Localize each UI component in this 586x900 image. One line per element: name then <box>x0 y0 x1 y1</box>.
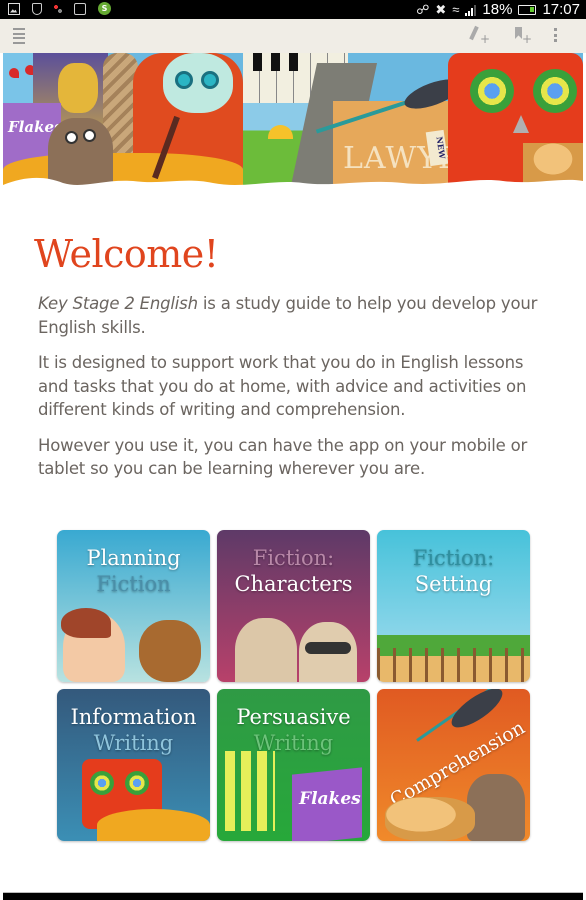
piano-key-art <box>289 53 298 71</box>
coin-app-icon: S <box>98 2 111 15</box>
skull-art <box>163 53 233 113</box>
robot-eye-art <box>125 771 149 795</box>
tile-title-line2: Fiction <box>96 572 171 596</box>
nfc-icon: ☍ <box>416 1 430 17</box>
sunglasses-art <box>305 642 351 654</box>
welcome-section: Welcome! Key Stage 2 English is a study … <box>34 232 558 481</box>
gallery-icon <box>8 2 20 15</box>
tile-comprehension[interactable]: Comprehension <box>377 689 530 841</box>
tile-title-line1: Information <box>70 705 197 729</box>
usage-paragraph: However you use it, you can have the app… <box>38 435 528 479</box>
tile-fiction-setting[interactable]: Fiction: Setting <box>377 530 530 682</box>
hamster-eye-art <box>65 131 78 144</box>
character-face-art <box>235 618 297 682</box>
status-bar: S ☍ ✖ ≈ 18% 17:07 <box>0 0 586 19</box>
battery-percent: 18% <box>482 1 513 18</box>
notification-icons: S <box>8 2 111 15</box>
piano-key-art <box>253 53 262 71</box>
plus-icon: + <box>521 32 532 46</box>
navigation-bar <box>3 892 583 900</box>
hamster-eye-art <box>83 129 96 142</box>
fence-art <box>377 648 530 682</box>
app-name-italic: Key Stage 2 English <box>38 294 198 313</box>
bread-art <box>97 809 210 841</box>
kebab-icon[interactable] <box>554 25 560 45</box>
hamburger-icon[interactable] <box>13 28 25 44</box>
coins-art <box>385 797 475 841</box>
plus-icon: + <box>479 32 490 46</box>
welcome-heading: Welcome! <box>34 232 219 276</box>
tile-information-writing[interactable]: Information Writing <box>57 689 210 841</box>
battery-icon <box>518 4 537 15</box>
tile-title-line2: Characters <box>234 572 353 596</box>
tile-title-line1: Persuasive <box>236 705 351 729</box>
topic-grid: Planning Fiction Fiction: Characters Fic… <box>57 530 530 841</box>
skull-eye-art <box>201 71 219 89</box>
pencil-icon <box>469 25 479 41</box>
tile-planning-fiction[interactable]: Planning Fiction <box>57 530 210 682</box>
action-icons: + + <box>469 25 560 46</box>
system-status: ☍ ✖ ≈ 18% 17:07 <box>416 1 580 18</box>
bookmark-icon <box>515 27 522 39</box>
flower-icon <box>9 68 19 78</box>
header-banner-illustration: Flakes LAWYER NEW <box>3 53 583 195</box>
prison-bars-art <box>225 751 275 831</box>
vibrate-icon: ✖ <box>435 1 447 17</box>
action-bar: + + <box>0 19 586 53</box>
tile-title-line2: Setting <box>414 572 493 596</box>
clock: 17:07 <box>542 1 580 18</box>
clipboard-icon <box>74 2 86 15</box>
tile-title-line1: Fiction: <box>252 546 335 570</box>
robot-eye-art <box>470 69 514 113</box>
add-bookmark-button[interactable]: + <box>512 25 532 46</box>
purpose-paragraph: It is designed to support work that you … <box>38 353 527 419</box>
intro-paragraph: Key Stage 2 English is a study guide to … <box>38 292 558 339</box>
pharaoh-face-art <box>58 63 98 113</box>
torn-edge <box>3 177 583 195</box>
wifi-icon: ≈ <box>452 2 460 17</box>
signal-icon <box>465 4 477 16</box>
robot-eye-art <box>533 69 577 113</box>
hamster-art <box>467 774 525 841</box>
app-dots-icon <box>54 4 62 13</box>
girl-hair-art <box>61 608 111 638</box>
tile-title-line2: Writing <box>93 731 174 755</box>
piano-key-art <box>271 53 280 71</box>
skull-eye-art <box>175 71 193 89</box>
tile-persuasive-writing[interactable]: Persuasive Writing Flakes <box>217 689 370 841</box>
tile-fiction-characters[interactable]: Fiction: Characters <box>217 530 370 682</box>
cereal-box-text: Flakes <box>299 789 361 809</box>
shield-icon <box>32 2 42 15</box>
add-note-button[interactable]: + <box>469 25 490 46</box>
robot-eye-art <box>90 771 114 795</box>
tile-title-line1: Planning <box>86 546 181 570</box>
tile-title-line1: Fiction: <box>412 546 495 570</box>
teddy-bear-art <box>139 620 201 682</box>
